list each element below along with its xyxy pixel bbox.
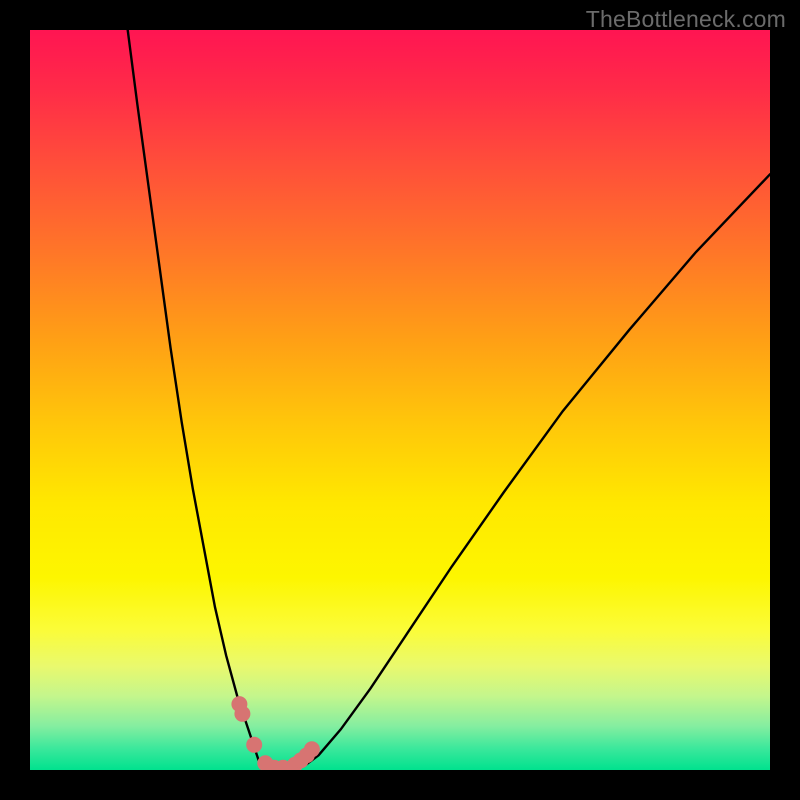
data-point: [247, 737, 262, 752]
plot-area: [30, 30, 770, 770]
chart-svg: [30, 30, 770, 770]
frame: TheBottleneck.com: [0, 0, 800, 800]
data-markers: [232, 697, 320, 770]
attribution-text: TheBottleneck.com: [586, 6, 786, 33]
bottleneck-curve: [128, 30, 770, 770]
data-point: [304, 742, 319, 757]
data-point: [235, 706, 250, 721]
